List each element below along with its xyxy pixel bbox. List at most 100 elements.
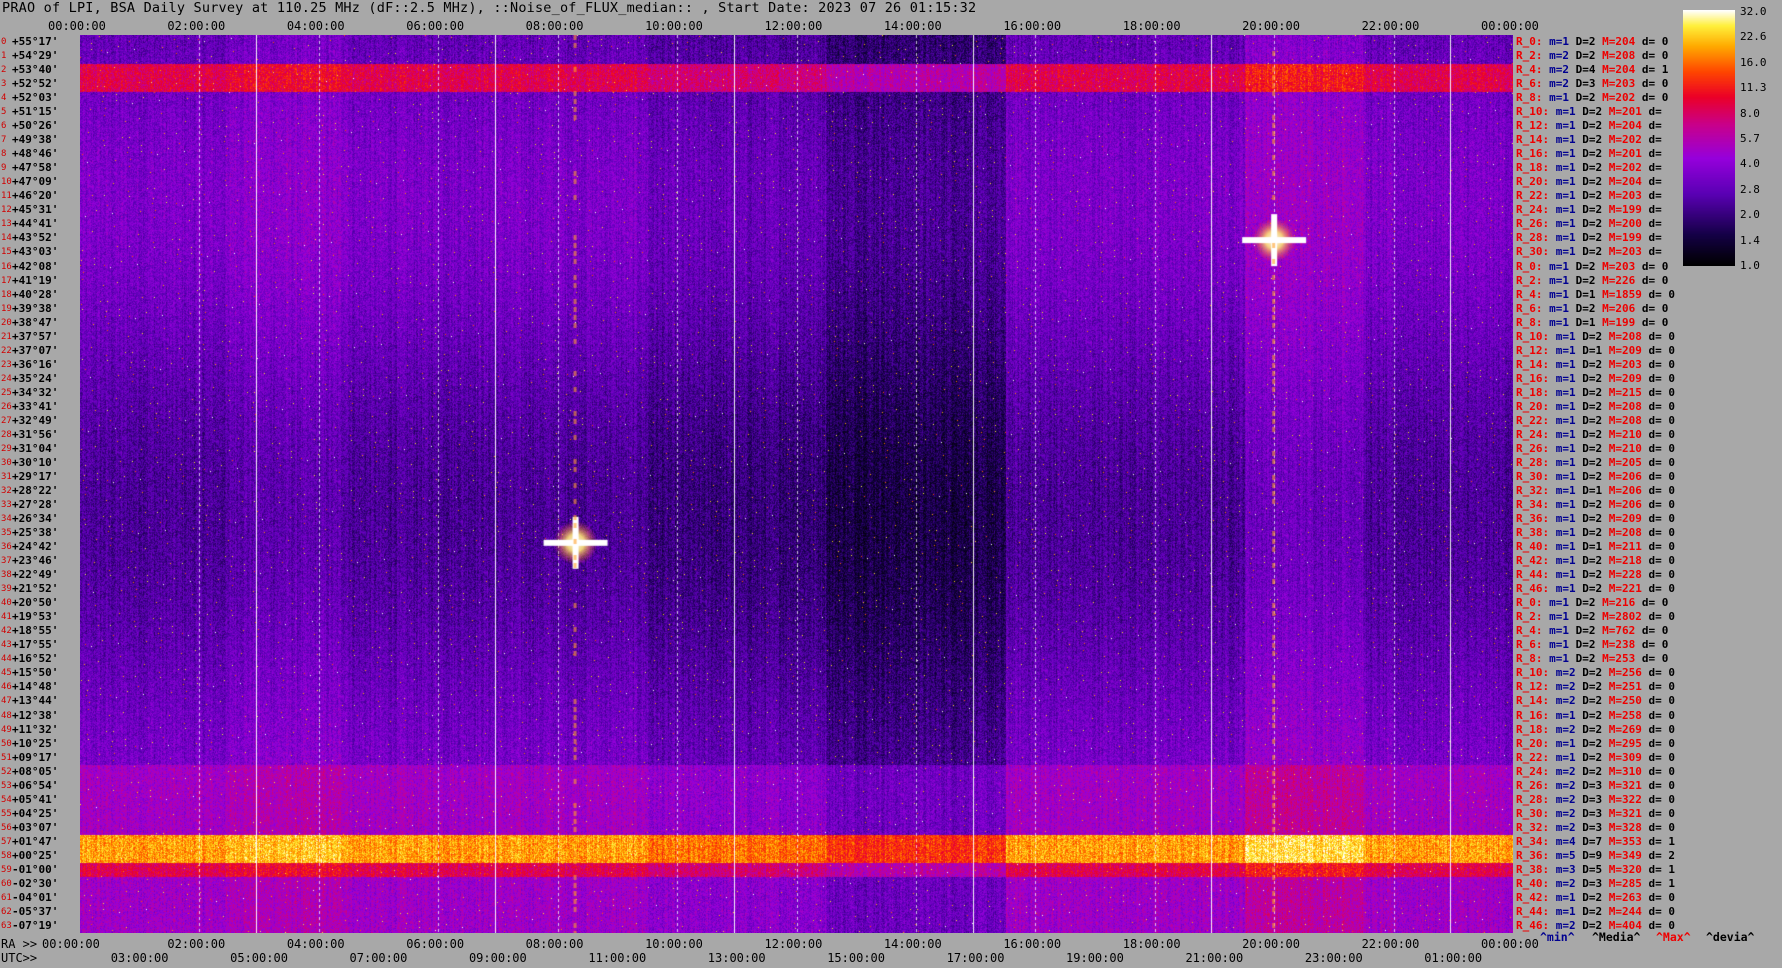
dec-label: +01°47' <box>12 834 59 848</box>
row-devia: d= 0 <box>1641 385 1675 399</box>
row-min: m=1 <box>1549 568 1576 582</box>
row-index-label: 60 <box>1 878 12 889</box>
row-min: m=1 <box>1549 554 1576 568</box>
dec-label: +37°57' <box>12 329 59 343</box>
row-max: M=204 <box>1602 175 1642 189</box>
row-name: R_14: <box>1516 357 1550 371</box>
row-max: M=321 <box>1602 778 1642 792</box>
row-media: D=2 <box>1575 890 1603 904</box>
row-media: D=2 <box>1575 498 1603 512</box>
row-min: m=1 <box>1549 526 1576 540</box>
row-media: D=2 <box>1575 427 1603 441</box>
row-max: M=204 <box>1602 119 1642 133</box>
row-name: R_24: <box>1516 427 1550 441</box>
row-index-label: 30 <box>1 457 12 468</box>
row-devia: d= <box>1641 245 1662 259</box>
row-media: D=2 <box>1575 750 1603 764</box>
row-min: m=1 <box>1542 259 1569 273</box>
row-stat: R_32: m=1 D=1 M=206 d= 0 <box>1516 485 1675 497</box>
row-name: R_0: <box>1516 596 1543 610</box>
top-tick-label: 16:00:00 <box>1003 19 1062 33</box>
row-stat: R_0: m=1 D=2 M=216 d= 0 <box>1516 597 1668 609</box>
legend-item: ^min^ <box>1540 930 1575 944</box>
row-name: R_30: <box>1516 245 1550 259</box>
ra-tick-label: 14:00:00 <box>883 937 942 951</box>
row-media: D=2 <box>1569 259 1596 273</box>
row-index-label: 31 <box>1 471 12 482</box>
row-name: R_10: <box>1516 329 1550 343</box>
dec-label: +24°42' <box>12 540 59 554</box>
dec-label: +36°16' <box>12 357 59 371</box>
row-index-label: 8 <box>1 149 7 160</box>
row-devia: d= 0 <box>1635 273 1669 287</box>
top-tick-label: 04:00:00 <box>286 19 345 33</box>
legend-item: ^Media^ <box>1592 930 1641 944</box>
colorbar-tick: 8.0 <box>1740 106 1760 120</box>
row-index-label: 54 <box>1 794 12 805</box>
row-name: R_8: <box>1516 91 1543 105</box>
row-stat: R_4: m=2 D=4 M=204 d= 1 <box>1516 64 1668 76</box>
row-max: M=208 <box>1595 49 1636 63</box>
row-media: D=9 <box>1575 848 1603 862</box>
dec-label: +22°49' <box>12 568 59 582</box>
row-index-label: 5 <box>1 107 7 118</box>
row-index-label: 29 <box>1 443 12 454</box>
row-stat: R_22: m=1 D=2 M=309 d= 0 <box>1516 750 1675 764</box>
row-min: m=1 <box>1549 582 1576 596</box>
row-devia: d= 0 <box>1635 652 1669 666</box>
row-devia: d= <box>1641 231 1662 245</box>
dec-label: +29°17' <box>12 469 59 483</box>
row-devia: d= 0 <box>1635 49 1669 63</box>
dec-label: +21°52' <box>12 582 59 596</box>
ra-tick-label: 02:00:00 <box>167 937 226 951</box>
row-stat: R_2: m=1 D=2 M=2802 d= 0 <box>1516 611 1675 623</box>
row-min: m=1 <box>1549 469 1576 483</box>
row-min: m=2 <box>1542 63 1569 77</box>
row-media: D=2 <box>1569 91 1596 105</box>
row-max: M=203 <box>1595 259 1636 273</box>
row-stat: R_38: m=1 D=2 M=208 d= 0 <box>1516 527 1675 539</box>
dec-label: +16°52' <box>12 652 59 666</box>
row-name: R_0: <box>1516 259 1543 273</box>
row-min: m=1 <box>1549 890 1576 904</box>
row-name: R_4: <box>1516 63 1543 77</box>
row-index-label: 43 <box>1 640 12 651</box>
dec-label: +47°09' <box>12 175 59 189</box>
dec-label: +43°52' <box>12 231 59 245</box>
dec-label: +32°49' <box>12 413 59 427</box>
row-stat: R_24: m=2 D=2 M=310 d= 0 <box>1516 764 1675 778</box>
row-stat: R_30: m=1 D=2 M=206 d= 0 <box>1516 469 1675 483</box>
row-index-label: 41 <box>1 612 12 623</box>
row-index-label: 34 <box>1 514 12 525</box>
row-devia: d= 0 <box>1641 484 1675 497</box>
dec-label: +40°28' <box>12 287 59 301</box>
row-name: R_36: <box>1516 512 1550 526</box>
ra-tick-label: 06:00:00 <box>406 937 465 951</box>
dec-label: -01°00' <box>12 862 59 876</box>
row-stat: R_2: m=2 D=2 M=208 d= 0 <box>1516 50 1668 62</box>
row-min: m=1 <box>1542 301 1569 315</box>
row-index-label: 6 <box>1 121 7 132</box>
utc-tick-label: 11:00:00 <box>588 951 647 965</box>
row-max: M=199 <box>1595 315 1636 329</box>
dec-label: +52°03' <box>12 91 59 105</box>
row-devia: d= 0 <box>1641 694 1675 708</box>
row-min: m=2 <box>1549 806 1576 820</box>
row-name: R_24: <box>1516 764 1550 778</box>
row-devia: d= 0 <box>1641 287 1675 301</box>
row-max: M=216 <box>1595 596 1636 610</box>
row-stat: R_12: m=1 D=2 M=204 d= <box>1516 120 1662 132</box>
row-media: D=2 <box>1575 568 1603 582</box>
bottom-axis: RA >> 00:00:00 02:00:00 04:00:00 06:00:00 08:… <box>0 931 1782 968</box>
ra-tick-label: 20:00:00 <box>1242 937 1300 951</box>
row-stat: R_12: m=1 D=1 M=209 d= 0 <box>1516 344 1675 357</box>
top-tick-label: 10:00:00 <box>645 19 703 33</box>
dec-label: +20°50' <box>12 596 59 610</box>
dec-label: +39°38' <box>12 301 59 315</box>
row-name: R_2: <box>1516 49 1543 63</box>
row-media: D=2 <box>1569 273 1596 287</box>
dec-label: -07°19' <box>12 918 59 932</box>
row-max: M=253 <box>1595 652 1636 666</box>
row-stat: R_24: m=1 D=2 M=210 d= 0 <box>1516 427 1675 441</box>
row-index-label: 24 <box>1 373 12 384</box>
